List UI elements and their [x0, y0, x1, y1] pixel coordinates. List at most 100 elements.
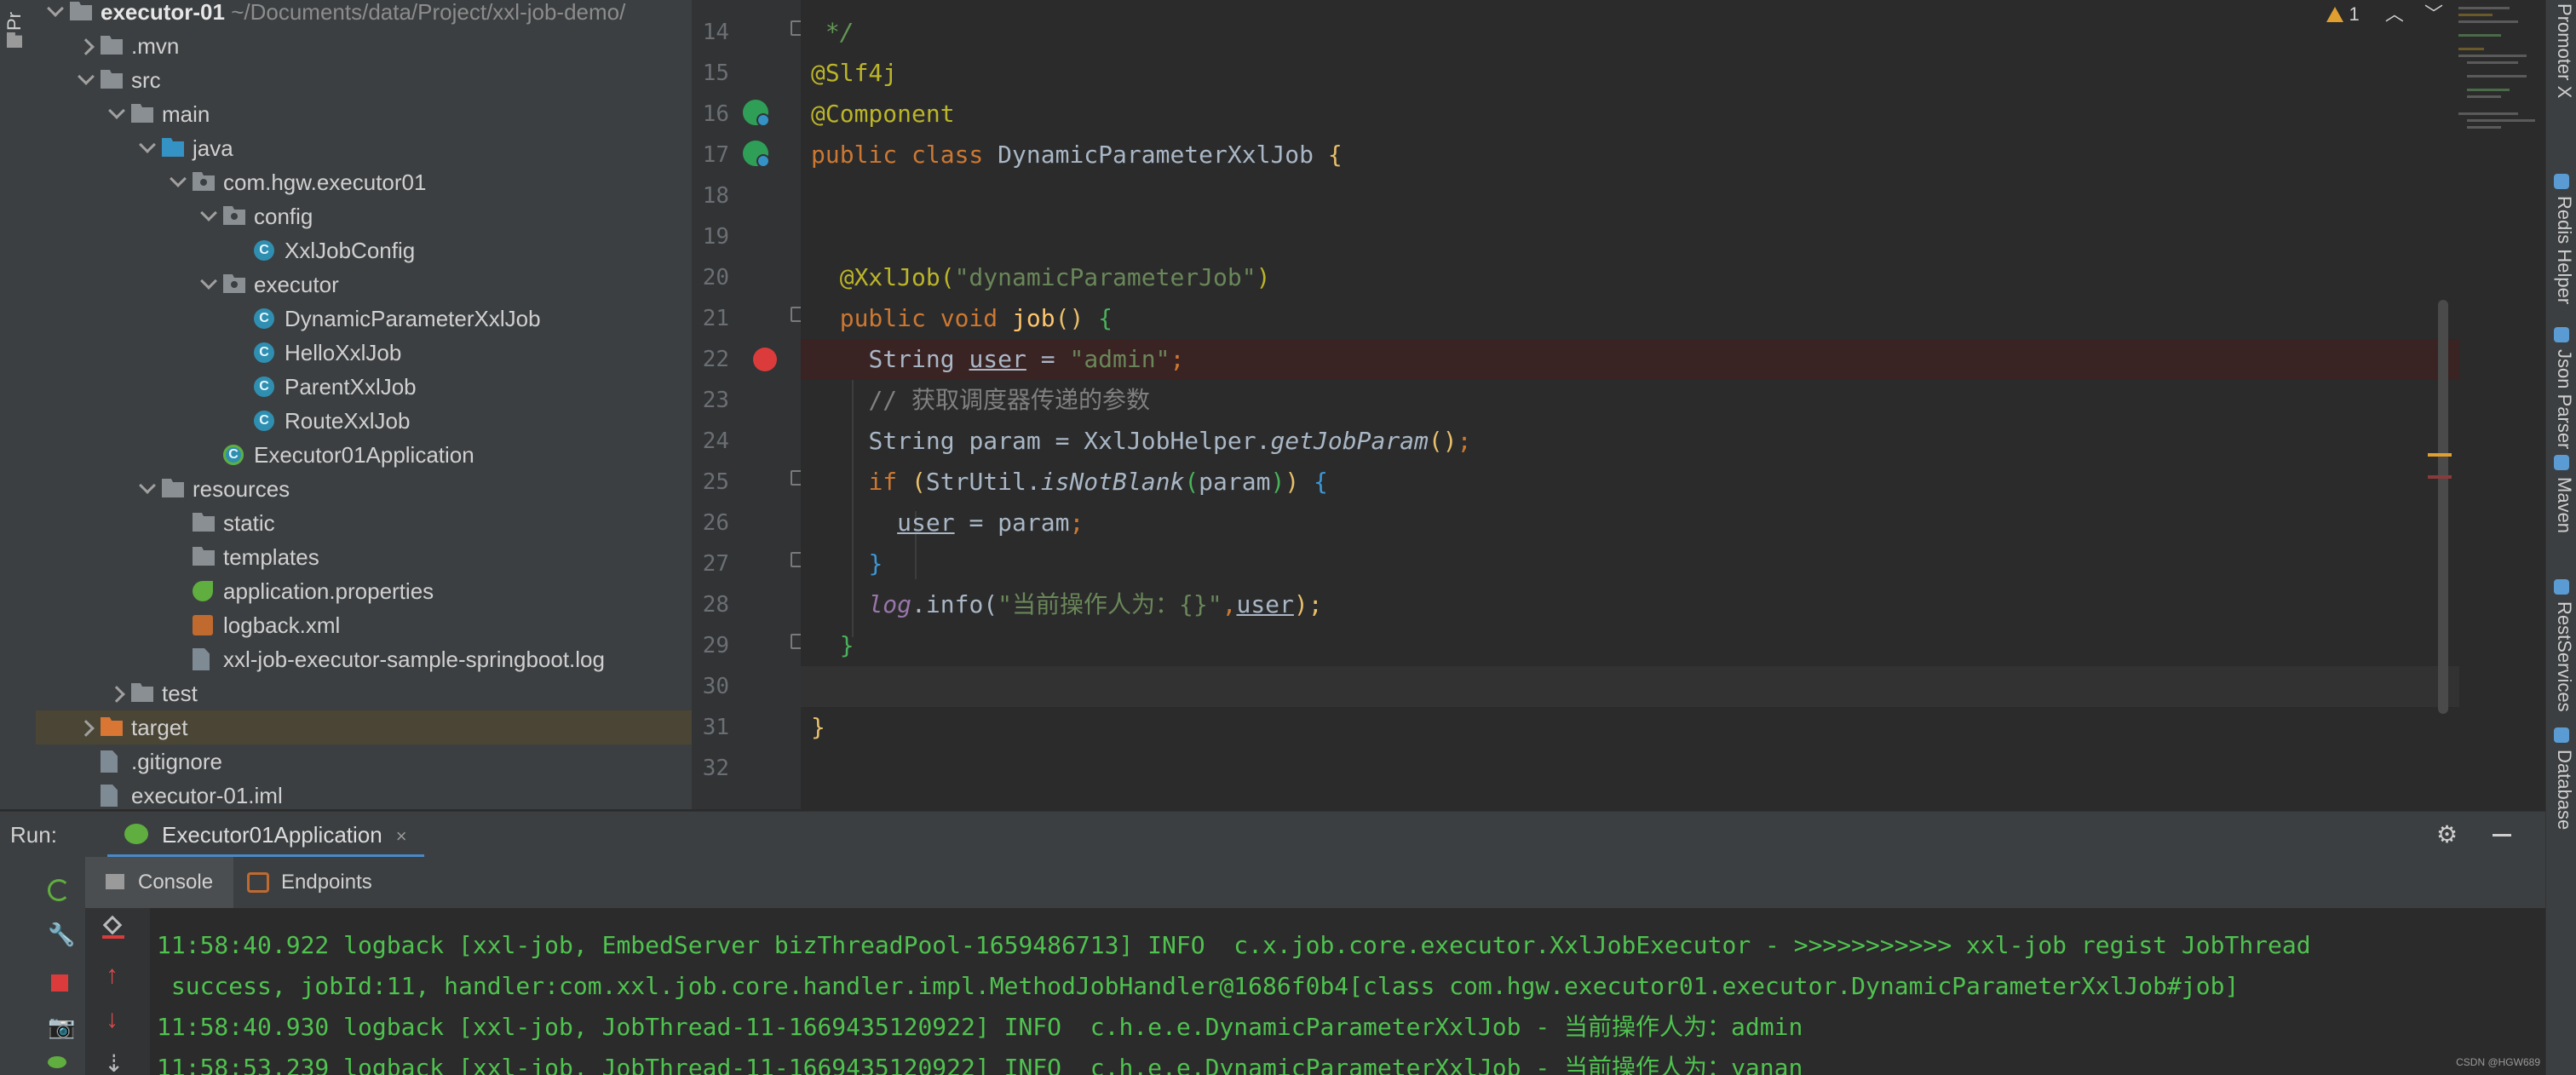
tree-item-label: DynamicParameterXxlJob	[285, 306, 541, 331]
tree-item-parentxxljob[interactable]: C ParentXxlJob	[36, 370, 692, 404]
tree-item-executor-01-iml[interactable]: executor-01.iml	[36, 779, 692, 809]
soft-wrap-icon[interactable]: ⇣	[104, 1052, 126, 1075]
camera-icon[interactable]: 📷	[48, 1015, 75, 1038]
spring-bean-icon[interactable]	[743, 141, 770, 168]
gear-icon[interactable]: ⚙	[2436, 823, 2460, 847]
chevron-down-icon[interactable]	[170, 170, 187, 187]
clear-all-icon[interactable]	[102, 915, 124, 939]
warning-stripe-marker[interactable]	[2428, 453, 2452, 457]
down-arrow-icon[interactable]: ↓	[106, 1007, 128, 1032]
spring-bean-icon[interactable]	[743, 100, 770, 127]
line-number[interactable]: 24	[692, 421, 729, 462]
chevron-down-icon[interactable]	[47, 0, 64, 17]
stop-icon[interactable]	[51, 974, 68, 992]
console-output[interactable]: ↑ ↓ ⇣ 11:58:40.922 logback [xxl-job, Emb…	[85, 908, 2545, 1075]
tree-item-test[interactable]: test	[36, 676, 692, 710]
code-line-24: String param = XxlJobHelper.getJobParam(…	[868, 427, 1472, 455]
editor-gutter: 14 15 16 17 18 19 20 21 22 23 24 25 26 27 28 29 30 31 32	[692, 0, 806, 809]
breakpoint-stripe-marker[interactable]	[2428, 475, 2452, 479]
spring-boot-class-icon: C	[223, 445, 244, 465]
chevron-down-icon[interactable]	[200, 204, 217, 221]
chevron-down-icon[interactable]	[108, 102, 125, 119]
tree-item-config[interactable]: config	[36, 199, 692, 233]
line-number[interactable]: 23	[692, 380, 729, 421]
line-number[interactable]: 16	[692, 94, 729, 135]
chevron-right-icon[interactable]	[78, 720, 95, 737]
wrench-icon[interactable]: 🔧	[48, 923, 75, 946]
tree-item-gitignore[interactable]: .gitignore	[36, 744, 692, 779]
tool-tab-json-parser[interactable]: Json Parser	[2548, 349, 2575, 449]
line-number[interactable]: 29	[692, 625, 729, 666]
code-line-27: }	[868, 549, 883, 578]
chevron-down-icon[interactable]	[139, 477, 156, 494]
line-number[interactable]: 20	[692, 257, 729, 298]
folder-icon	[193, 513, 215, 532]
project-tool-tab[interactable]: Pr	[3, 0, 29, 31]
code-editor[interactable]: */ @Slf4j @Component public class Dynami…	[801, 0, 2504, 809]
tree-item-src[interactable]: src	[36, 63, 692, 97]
line-number[interactable]: 19	[692, 216, 729, 257]
previous-highlight-icon[interactable]: ︿	[2385, 3, 2404, 25]
tree-item-routexxljob[interactable]: C RouteXxlJob	[36, 404, 692, 438]
rerun-icon[interactable]	[48, 879, 70, 901]
tree-item-templates[interactable]: templates	[36, 540, 692, 574]
tool-tab-key-promoter-x[interactable]: Key Promoter X	[2548, 0, 2575, 98]
minimize-icon[interactable]	[2493, 834, 2511, 836]
breakpoint-icon[interactable]	[753, 348, 777, 371]
chevron-down-icon[interactable]	[78, 68, 95, 85]
xml-file-icon	[193, 615, 213, 635]
tool-tab-maven[interactable]: Maven	[2548, 477, 2575, 533]
line-number[interactable]: 18	[692, 175, 729, 216]
line-number[interactable]: 21	[692, 298, 729, 339]
tree-item-application-properties[interactable]: application.properties	[36, 574, 692, 608]
line-number[interactable]: 14	[692, 12, 729, 53]
editor-vertical-scrollbar[interactable]	[2438, 300, 2448, 714]
run-subtabs: Console Endpoints	[85, 857, 2545, 908]
tree-item-main[interactable]: main	[36, 97, 692, 131]
tree-item-java[interactable]: java	[36, 131, 692, 165]
line-number[interactable]: 31	[692, 707, 729, 748]
line-number[interactable]: 25	[692, 462, 729, 503]
line-number[interactable]: 27	[692, 543, 729, 584]
tree-item-static[interactable]: static	[36, 506, 692, 540]
tree-item-xxl-job-executor-sample-springboot-log[interactable]: xxl-job-executor-sample-springboot.log	[36, 642, 692, 676]
close-tab-icon[interactable]: ×	[396, 825, 407, 847]
tree-item-logback-xml[interactable]: logback.xml	[36, 608, 692, 642]
tree-item-xxljobconfig[interactable]: C XxlJobConfig	[36, 233, 692, 267]
next-highlight-icon[interactable]: ﹀	[2424, 3, 2443, 25]
line-number[interactable]: 32	[692, 748, 729, 789]
chevron-right-icon[interactable]	[78, 38, 95, 55]
line-number[interactable]: 30	[692, 666, 729, 707]
line-number[interactable]: 28	[692, 584, 729, 625]
tree-item-target[interactable]: target	[36, 710, 692, 744]
code-line-22-breakpoint: String user = "admin";	[801, 339, 2459, 380]
project-folder-icon[interactable]	[7, 32, 22, 48]
run-config-tab[interactable]: Executor01Application ×	[107, 812, 424, 858]
tree-item-executor[interactable]: executor	[36, 267, 692, 302]
inspection-widget[interactable]: 1 ︿ ﹀	[2326, 0, 2443, 29]
code-minimap[interactable]	[2453, 0, 2545, 170]
tab-endpoints[interactable]: Endpoints	[247, 857, 372, 908]
up-arrow-icon[interactable]: ↑	[106, 963, 128, 988]
chevron-down-icon[interactable]	[139, 136, 156, 153]
tool-tab-restservices[interactable]: RestServices	[2548, 601, 2575, 712]
line-number[interactable]: 26	[692, 503, 729, 543]
tree-item-executor-01[interactable]: executor-01 ~/Documents/data/Project/xxl…	[36, 0, 692, 29]
tree-item-com-hgw-executor01[interactable]: com.hgw.executor01	[36, 165, 692, 199]
tree-item-resources[interactable]: resources	[36, 472, 692, 506]
tree-item-mvn[interactable]: .mvn	[36, 29, 692, 63]
spring-icon[interactable]	[48, 1056, 66, 1068]
tree-item-helloxxljob[interactable]: C HelloXxlJob	[36, 336, 692, 370]
chevron-right-icon[interactable]	[108, 686, 125, 703]
tool-tab-database[interactable]: Database	[2548, 750, 2575, 830]
chevron-down-icon[interactable]	[200, 273, 217, 290]
line-number[interactable]: 17	[692, 135, 729, 175]
line-number[interactable]: 22	[692, 339, 729, 380]
tree-item-executor01application[interactable]: C Executor01Application	[36, 438, 692, 472]
tool-tab-redis-helper[interactable]: Redis Helper	[2548, 196, 2575, 304]
line-number[interactable]: 15	[692, 53, 729, 94]
tab-console[interactable]: Console	[85, 857, 234, 908]
tree-item-dynamicparameterxxljob[interactable]: C DynamicParameterXxlJob	[36, 302, 692, 336]
tree-item-label: HelloXxlJob	[285, 340, 402, 365]
code-line-14: */	[811, 18, 854, 46]
